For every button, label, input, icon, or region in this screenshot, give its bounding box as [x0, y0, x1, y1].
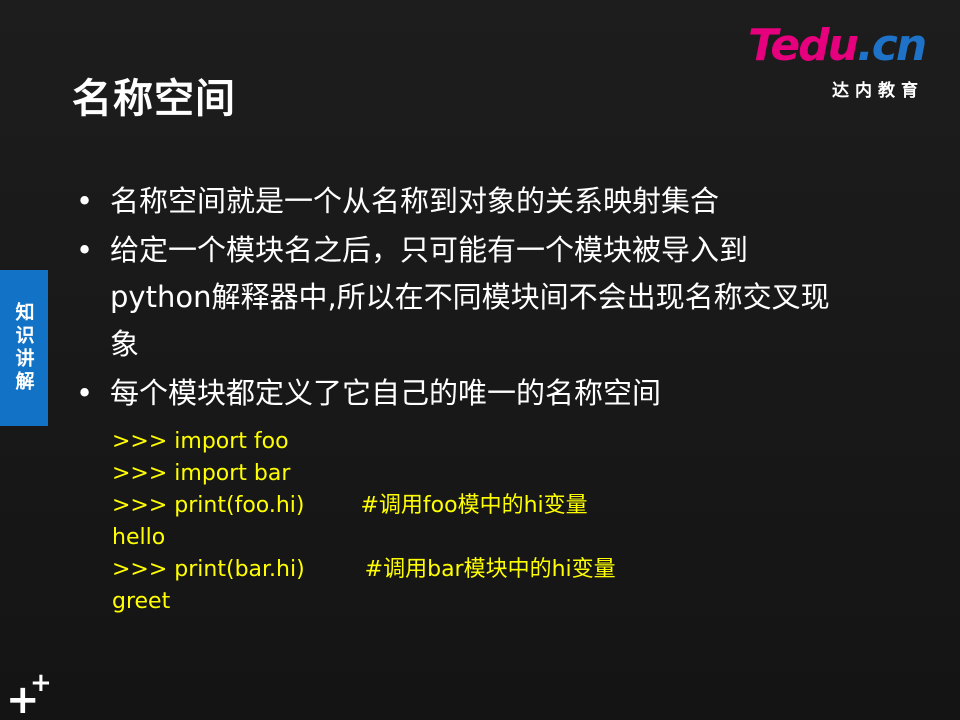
code-line: >>> print(bar.hi) #调用bar模块中的hi变量: [112, 554, 616, 586]
logo-dot: .: [857, 20, 874, 71]
bullet-marker: •: [76, 184, 94, 218]
code-example: >>> import foo >>> import bar >>> print(…: [112, 426, 616, 618]
logo-cn: cn: [871, 20, 927, 71]
bullet-text: 名称空间就是一个从名称到对象的关系映射集合: [110, 184, 720, 218]
slide: 名称空间 Tedu.cn 达内教育 知识讲解 • 名称空间就是一个从名称到对象的…: [0, 0, 960, 720]
logo-subtitle: 达内教育: [832, 81, 924, 101]
logo-wordmark: Tedu.cn: [748, 24, 927, 68]
bullet-list: • 名称空间就是一个从名称到对象的关系映射集合 • 给定一个模块名之后，只可能有…: [72, 178, 842, 419]
bullet-item: • 每个模块都定义了它自己的唯一的名称空间: [72, 370, 842, 417]
slide-title: 名称空间: [72, 76, 236, 122]
code-line: >>> import bar: [112, 458, 616, 490]
code-comment: #调用foo模中的hi变量: [360, 493, 588, 518]
plus-logo-icon: + +: [6, 668, 56, 720]
tedu-logo: Tedu.cn 达内教育: [748, 24, 928, 102]
code-line: greet: [112, 586, 616, 618]
code-text: >>> print(foo.hi): [112, 493, 305, 518]
code-text: greet: [112, 589, 171, 614]
code-line: hello: [112, 522, 616, 554]
bullet-text: 每个模块都定义了它自己的唯一的名称空间: [110, 376, 662, 410]
plus-small-icon: +: [30, 668, 52, 698]
code-text: hello: [112, 525, 166, 550]
code-line: >>> import foo: [112, 426, 616, 458]
bullet-item: • 名称空间就是一个从名称到对象的关系映射集合: [72, 178, 842, 225]
side-tab-knowledge: 知识讲解: [0, 270, 48, 426]
code-line: >>> print(foo.hi) #调用foo模中的hi变量: [112, 490, 616, 522]
code-comment: #调用bar模块中的hi变量: [364, 557, 616, 582]
logo-edu: edu: [770, 20, 859, 71]
code-text: >>> print(bar.hi): [112, 557, 305, 582]
bullet-item: • 给定一个模块名之后，只可能有一个模块被导入到python解释器中,所以在不同…: [72, 227, 842, 368]
bullet-marker: •: [76, 233, 94, 267]
bullet-text: 给定一个模块名之后，只可能有一个模块被导入到python解释器中,所以在不同模块…: [110, 233, 830, 361]
bullet-marker: •: [76, 376, 94, 410]
side-tab-label: 知识讲解: [12, 302, 35, 394]
code-text: >>> import foo: [112, 429, 289, 454]
code-text: >>> import bar: [112, 461, 291, 486]
logo-letter-t: T: [748, 20, 772, 71]
